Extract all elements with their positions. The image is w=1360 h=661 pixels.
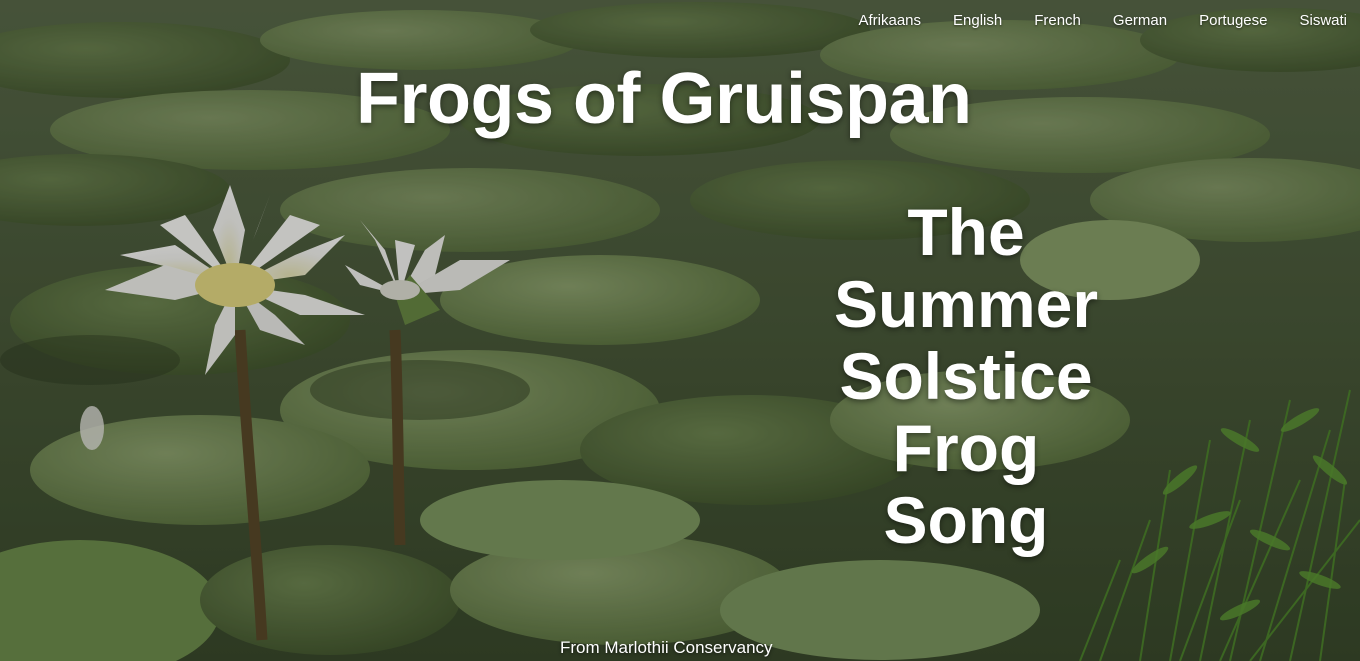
- hero-section: Afrikaans English French German Portuges…: [0, 0, 1360, 661]
- credit-text: From Marlothii Conservancy: [560, 638, 773, 657]
- subtitle-line: The: [907, 195, 1025, 269]
- nav-link-afrikaans[interactable]: Afrikaans: [826, 12, 921, 29]
- page-subtitle: The Summer Solstice Frog Song: [820, 196, 1112, 556]
- nav-link-siswati[interactable]: Siswati: [1267, 12, 1347, 29]
- page-title: Frogs of Gruispan: [356, 59, 972, 139]
- subtitle-line: Frog: [892, 411, 1040, 485]
- nav-link-english[interactable]: English: [921, 12, 1002, 29]
- nav-link-german[interactable]: German: [1081, 12, 1167, 29]
- subtitle-line: Song: [883, 483, 1049, 557]
- nav-link-portugese[interactable]: Portugese: [1167, 12, 1267, 29]
- nav-link-french[interactable]: French: [1002, 12, 1081, 29]
- subtitle-line: Summer: [833, 267, 1099, 341]
- subtitle-line: Solstice: [839, 339, 1093, 413]
- language-nav: Afrikaans English French German Portuges…: [826, 12, 1347, 29]
